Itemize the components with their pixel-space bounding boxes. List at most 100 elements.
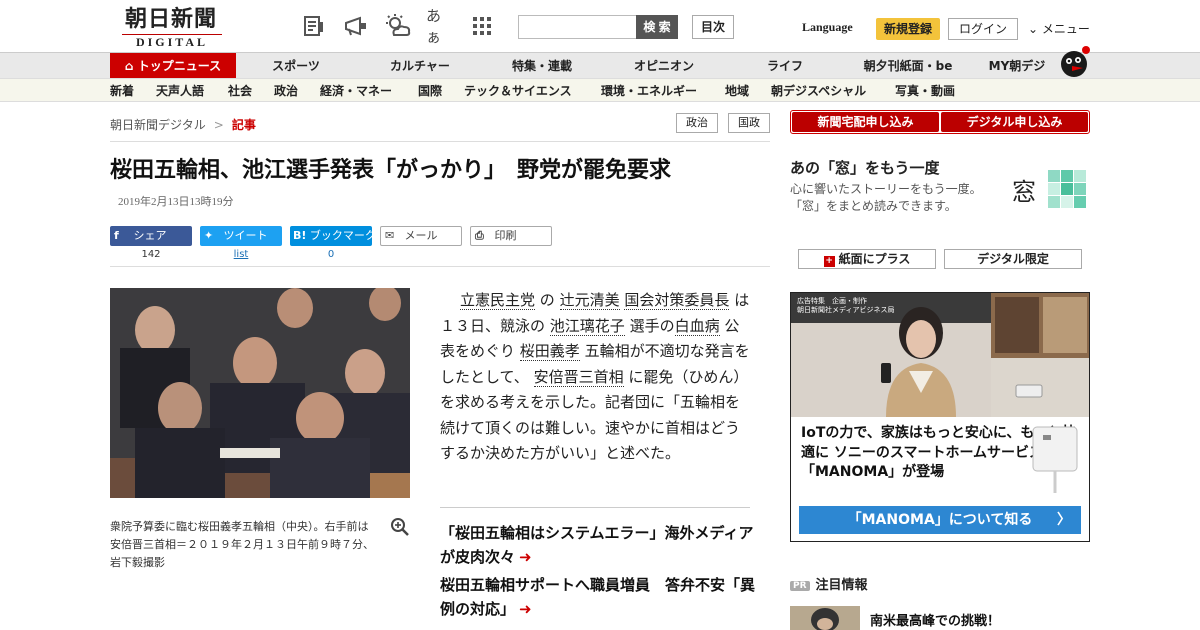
nav-politics[interactable]: 政治 — [274, 79, 298, 103]
related-article-link[interactable]: 桜田五輪相サポートへ職員増員 答弁不安「異例の対応」 ➜ — [440, 573, 758, 621]
home-icon: ⌂ — [124, 59, 134, 73]
facebook-share-button[interactable]: f シェア — [110, 226, 192, 246]
twitter-list-link[interactable]: list — [200, 249, 282, 260]
keyword-link[interactable]: 安倍晋三首相 — [533, 367, 624, 387]
article-photo[interactable] — [110, 288, 410, 498]
header-icons: あぁ — [300, 7, 496, 46]
ad-cta-button[interactable]: 「MANOMA」について知る 〉 — [799, 506, 1081, 534]
chevron-down-icon: ⌄ — [1028, 22, 1039, 36]
nav-international[interactable]: 国際 — [418, 79, 442, 103]
nav-environment[interactable]: 環境・エネルギー — [601, 79, 697, 103]
paper-plus-label: 紙面にプラス — [838, 252, 911, 266]
search-input[interactable] — [518, 15, 638, 39]
megaphone-icon[interactable] — [342, 12, 370, 40]
subscribe-buttons: 新聞宅配申し込み デジタル申し込み — [790, 110, 1090, 134]
ad-cta-label: 「MANOMA」について知る — [847, 512, 1033, 528]
nav-tenseijingo[interactable]: 天声人語 — [156, 79, 204, 103]
related-article-link[interactable]: 「桜田五輪相はシステムエラー」海外メディアが皮肉次々 ➜ — [440, 521, 758, 569]
mail-button[interactable]: ✉ メール — [380, 226, 462, 246]
article-body: 立憲民主党 の 辻元清美 国会対策委員長 は１３日、競泳の 池江璃花子 選手の白… — [440, 288, 750, 467]
nav-paper[interactable]: 朝夕刊紙面・be — [856, 53, 960, 79]
keyword-link[interactable]: 白血病 — [674, 316, 720, 336]
twitter-share-label: ツイート — [223, 229, 268, 242]
hatena-bookmark-label: ブックマーク — [309, 229, 372, 242]
nav-economy[interactable]: 経済・マネー — [320, 79, 392, 103]
nav-sports[interactable]: スポーツ — [256, 53, 336, 79]
nav-latest[interactable]: 新着 — [110, 79, 134, 103]
pr-section-title: PR 注目情報 — [790, 574, 868, 593]
breadcrumb-separator: > — [213, 118, 224, 132]
subscribe-digital-button[interactable]: デジタル申し込み — [941, 112, 1088, 132]
nav-photo-video[interactable]: 写真・動画 — [895, 79, 955, 103]
digital-only-button[interactable]: デジタル限定 — [944, 249, 1082, 269]
body-text: の — [539, 291, 555, 309]
mado-logo-text: 窓 — [1012, 178, 1036, 206]
nav-features[interactable]: 特集・連載 — [500, 53, 584, 79]
breadcrumb-root[interactable]: 朝日新聞デジタル — [110, 118, 206, 132]
nav-region[interactable]: 地域 — [725, 79, 749, 103]
sub-nav: 新着 天声人語 社会 政治 経済・マネー 国際 テック＆サイエンス 環境・エネル… — [0, 78, 1200, 102]
nav-top-news[interactable]: ⌂ トップニュース — [110, 53, 236, 79]
hatena-bookmark-button[interactable]: B! ブックマーク — [290, 226, 372, 246]
nav-my-asadigi[interactable]: MY朝デジ — [980, 53, 1054, 79]
register-button[interactable]: 新規登録 — [876, 18, 940, 40]
nav-special[interactable]: 朝デジスペシャル — [771, 79, 866, 103]
facebook-share-label: シェア — [133, 229, 167, 242]
facebook-icon: f — [114, 229, 119, 242]
paper-plus-button[interactable]: + 紙面にプラス — [798, 249, 936, 269]
arrow-right-icon: ➜ — [519, 600, 532, 618]
related-article-title: 「桜田五輪相はシステムエラー」海外メディアが皮肉次々 — [440, 524, 754, 566]
index-button[interactable]: 目次 — [692, 15, 734, 39]
arrow-right-icon: ➜ — [519, 548, 532, 566]
keyword-link[interactable]: 辻元清美 — [559, 291, 620, 310]
breadcrumb-divider — [110, 141, 770, 142]
advertisement[interactable]: 広告特集 企画・制作 朝日新聞社メディアビジネス局 IoTの力で、家族はもっと安… — [790, 292, 1090, 542]
pr-item-link[interactable]: 南米最高峰での挑戦！ — [870, 610, 1000, 629]
mascot-icon[interactable] — [1058, 44, 1092, 78]
subscribe-paper-button[interactable]: 新聞宅配申し込み — [792, 112, 939, 132]
logo-english: DIGITAL — [122, 34, 222, 49]
weather-icon[interactable] — [384, 12, 412, 40]
print-icon: ⎙ — [475, 229, 484, 242]
nav-society[interactable]: 社会 — [228, 79, 252, 103]
photo-caption: 衆院予算委に臨む桜田義孝五輪相（中央）。右手前は安倍晋三首相＝２０１９年２月１３… — [110, 520, 374, 569]
tag-politics[interactable]: 政治 — [676, 113, 718, 133]
nav-culture[interactable]: カルチャー — [378, 53, 462, 79]
print-button[interactable]: ⎙ 印刷 — [470, 226, 552, 246]
body-text: 選手の — [629, 316, 675, 335]
nav-life[interactable]: ライフ — [756, 53, 814, 79]
twitter-share-button[interactable]: ✦ ツイート — [200, 226, 282, 246]
nav-top-news-label: トップニュース — [137, 59, 222, 73]
search-button[interactable]: 検 索 — [636, 15, 678, 39]
site-logo[interactable]: 朝日新聞 DIGITAL — [112, 6, 230, 49]
menu-label: メニュー — [1041, 22, 1090, 36]
menu-button[interactable]: ⌄ メニュー — [1028, 20, 1090, 37]
font-size-icon[interactable]: あぁ — [426, 7, 454, 46]
twitter-icon: ✦ — [204, 229, 214, 242]
zoom-icon[interactable] — [390, 517, 410, 537]
nav-opinion[interactable]: オピニオン — [622, 53, 706, 79]
newspaper-icon[interactable] — [300, 12, 328, 40]
keyword-link[interactable]: 池江璃花子 — [549, 316, 625, 336]
grid-icon[interactable] — [468, 12, 496, 40]
mado-title[interactable]: あの「窓」をもう一度 — [790, 157, 940, 178]
keyword-link[interactable]: 立憲民主党 — [460, 291, 536, 310]
nav-tech-science[interactable]: テック＆サイエンス — [464, 79, 572, 103]
mado-logo[interactable]: 窓 — [1012, 170, 1090, 210]
site-header: 朝日新聞 DIGITAL あぁ 検 索 目次 Language 新規登録 ログイ… — [0, 0, 1200, 52]
tag-national-politics[interactable]: 国政 — [728, 113, 770, 133]
language-link[interactable]: Language — [802, 20, 853, 35]
hatena-bookmark-count: 0 — [327, 249, 335, 260]
keyword-link[interactable]: 桜田義孝 — [519, 342, 580, 361]
logo-japanese: 朝日新聞 — [124, 6, 217, 32]
print-label: 印刷 — [494, 229, 517, 242]
pr-thumbnail[interactable] — [790, 606, 860, 630]
window-icon — [1048, 170, 1086, 208]
pr-badge: PR — [790, 580, 810, 591]
plus-icon: + — [823, 256, 835, 267]
ad-header-line2: 朝日新聞社メディアビジネス局 — [797, 306, 895, 314]
ad-header: 広告特集 企画・制作 朝日新聞社メディアビジネス局 — [797, 297, 895, 315]
login-button[interactable]: ログイン — [948, 18, 1018, 40]
keyword-link[interactable]: 国会対策委員長 — [624, 291, 730, 310]
mail-icon: ✉ — [385, 229, 395, 242]
